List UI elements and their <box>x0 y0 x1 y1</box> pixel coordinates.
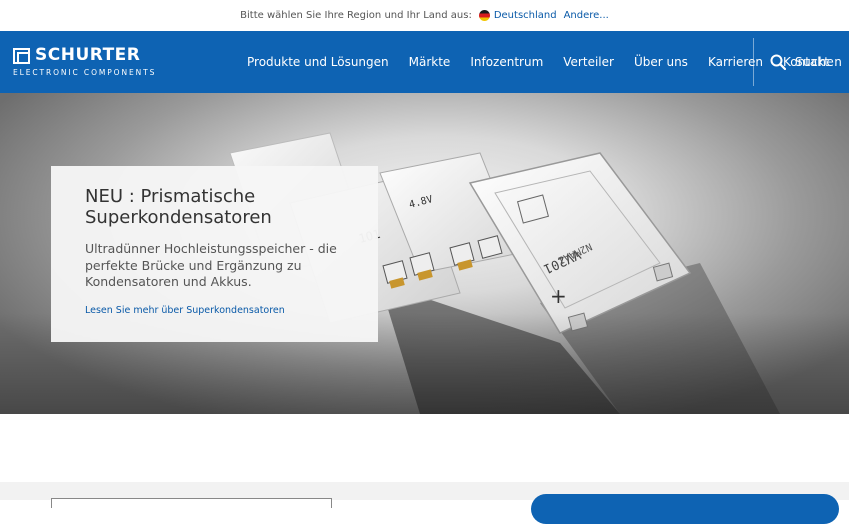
germany-flag-icon <box>478 10 490 21</box>
svg-text:+: + <box>550 284 567 308</box>
hero-banner: VV201 N2MAA1 + 1O1 4.8V NEU : Prismatisc… <box>0 93 849 414</box>
nav-item-produkte[interactable]: Produkte und Lösungen <box>237 55 399 69</box>
lower-section <box>0 482 849 524</box>
logo-subtitle: ELECTRONIC COMPONENTS <box>13 68 157 77</box>
search-icon <box>770 54 786 70</box>
logo-name: SCHURTER <box>35 45 141 65</box>
search-button[interactable]: Suchen <box>770 31 842 93</box>
hero-read-more-link[interactable]: Lesen Sie mehr über Superkondensatoren <box>85 305 358 316</box>
nav-item-maerkte[interactable]: Märkte <box>399 55 461 69</box>
country-link[interactable]: Deutschland <box>494 10 557 21</box>
schurter-logo[interactable]: SCHURTER ELECTRONIC COMPONENTS <box>13 45 163 79</box>
region-prompt: Bitte wählen Sie Ihre Region und Ihr Lan… <box>240 10 472 21</box>
lower-pill-button[interactable] <box>531 494 839 524</box>
nav-item-verteiler[interactable]: Verteiler <box>553 55 624 69</box>
region-bar: Bitte wählen Sie Ihre Region und Ihr Lan… <box>0 0 849 31</box>
nav-menu: Produkte und Lösungen Märkte Infozentrum… <box>237 31 839 93</box>
hero-description: Ultradünner Hochleistungsspeicher - die … <box>85 241 337 289</box>
hero-title: NEU : Prismatische Superkondensatoren <box>85 186 272 228</box>
other-region-link[interactable]: Andere... <box>564 10 609 21</box>
search-label: Suchen <box>795 55 843 69</box>
nav-divider <box>753 38 754 86</box>
nav-item-infozentrum[interactable]: Infozentrum <box>460 55 553 69</box>
main-navigation: SCHURTER ELECTRONIC COMPONENTS Produkte … <box>0 31 849 93</box>
nav-item-ueber-uns[interactable]: Über uns <box>624 55 698 69</box>
logo-mark-icon <box>13 48 30 64</box>
hero-card: NEU : Prismatische Superkondensatoren Ul… <box>51 166 378 342</box>
nav-item-karrieren[interactable]: Karrieren <box>698 55 773 69</box>
